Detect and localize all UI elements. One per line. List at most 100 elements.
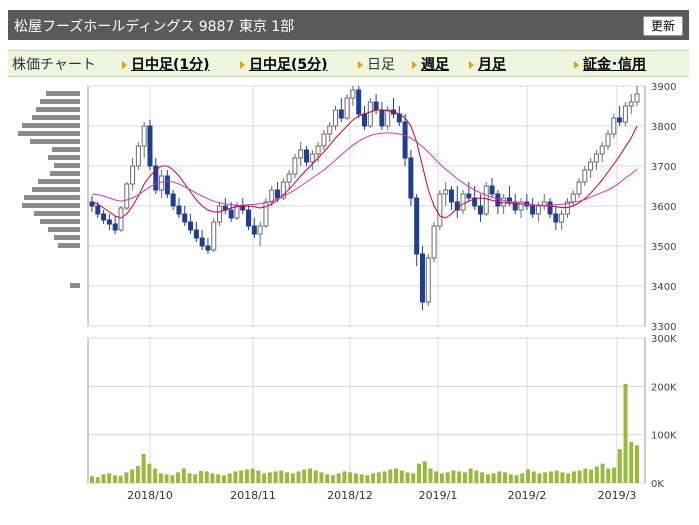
stock-chart: 3300 3400 3500 3600 3700 3800 3900 0K 100K 200K 3… — [18, 82, 677, 502]
volume-bar — [428, 468, 433, 483]
volume-profile-bar — [48, 155, 80, 160]
candle-body — [141, 125, 147, 147]
candle-body — [240, 205, 246, 211]
volume-bar — [359, 474, 364, 483]
volume-bar — [296, 471, 301, 483]
volume-bar — [623, 383, 628, 483]
candle-body — [495, 193, 501, 207]
volume-profile-bar — [40, 99, 80, 104]
volume-bar — [130, 469, 135, 483]
volume-profile-bar — [34, 211, 80, 216]
volume-bar — [210, 473, 215, 483]
price-tick-label: 3300 — [651, 322, 676, 333]
candle-body — [101, 213, 107, 221]
candle-body — [425, 257, 431, 303]
tab-weekly[interactable]: 週足 — [412, 54, 449, 74]
candle-body — [443, 189, 449, 195]
volume-bar — [583, 468, 588, 483]
chart-tab-bar: 株価チャート 日中足(1分) 日中足(5分) 日足 週足 月足 証金･信用 — [8, 50, 689, 77]
volume-bar — [101, 474, 106, 483]
volume-profile-bar — [32, 187, 80, 192]
volume-profile-bar — [18, 131, 80, 136]
candle-body — [454, 201, 460, 211]
volume-bar — [439, 473, 444, 483]
volume-bar — [302, 469, 307, 483]
tab-intraday-5min[interactable]: 日中足(5分) — [240, 54, 328, 74]
candle-body — [472, 197, 478, 207]
price-tick-label: 3900 — [651, 82, 676, 93]
candle-body — [437, 193, 443, 227]
candle-body — [333, 109, 339, 127]
candle-body — [506, 197, 512, 203]
price-plot-frame — [87, 85, 646, 327]
candle-body — [338, 109, 344, 119]
volume-bar — [554, 470, 559, 483]
candle-body — [396, 113, 402, 123]
volume-bar — [135, 466, 140, 483]
volume-profile-bar — [70, 283, 80, 288]
volume-bar — [118, 475, 123, 483]
tab-label: 日中足(5分) — [249, 57, 328, 73]
price-panel: 3300 3400 3500 3600 3700 3800 3900 — [18, 82, 676, 333]
candle-body — [628, 101, 634, 107]
volume-bar — [330, 475, 335, 483]
volume-bar — [617, 449, 622, 483]
volume-bar — [193, 474, 198, 483]
volume-panel: 0K 100K 200K 300K — [87, 334, 677, 490]
volume-plot-frame — [87, 337, 646, 484]
candle-body — [431, 225, 437, 259]
candle-body — [524, 201, 530, 207]
volume-bar — [635, 445, 639, 483]
volume-bar — [497, 471, 502, 483]
candle-body — [217, 205, 223, 223]
candle-body — [530, 205, 536, 215]
arrow-icon — [122, 61, 127, 69]
volume-bar — [537, 473, 542, 483]
tab-monthly[interactable]: 月足 — [469, 54, 506, 74]
candle-body — [211, 221, 217, 251]
tab-daily: 日足 — [358, 54, 395, 74]
candle-body — [304, 149, 310, 163]
candle-body — [501, 197, 507, 207]
title-bar: 松屋フーズホールディングス 9887 東京 1部 更新 — [0, 0, 699, 40]
volume-bar — [612, 467, 617, 483]
candle-body — [234, 205, 240, 219]
candle-body — [390, 109, 396, 115]
volume-bar — [187, 473, 192, 483]
volume-bar — [531, 471, 536, 483]
candle-body — [553, 213, 559, 223]
volume-tick-label: 0K — [651, 479, 664, 490]
x-tick-label: 2018/12 — [327, 489, 373, 502]
volume-bar — [491, 473, 496, 483]
tab-label: 日中足(1分) — [131, 57, 210, 73]
candle-body — [362, 113, 367, 127]
candle-body — [286, 173, 292, 183]
volume-profile-bar — [54, 235, 80, 240]
refresh-button[interactable]: 更新 — [643, 16, 683, 36]
volume-bar — [90, 476, 94, 483]
price-tick-label: 3800 — [651, 122, 676, 133]
volume-bar — [141, 454, 146, 483]
x-tick-label: 2019/1 — [419, 489, 458, 502]
volume-profile-bar — [22, 123, 80, 128]
volume-profile-bar — [22, 203, 80, 208]
x-tick-label: 2019/2 — [508, 489, 547, 502]
price-tick-label: 3400 — [651, 282, 676, 293]
tab-label: 証金･信用 — [583, 57, 646, 73]
candle-body — [402, 121, 408, 159]
tab-intraday-1min[interactable]: 日中足(1分) — [122, 54, 210, 74]
volume-bar — [417, 463, 421, 483]
candle-body — [605, 133, 611, 147]
volume-bar — [571, 471, 576, 483]
arrow-icon — [358, 61, 363, 69]
candle-body — [408, 157, 414, 199]
volume-bar — [457, 471, 462, 483]
candle-body — [634, 93, 640, 103]
volume-bar — [394, 468, 399, 483]
tab-margin-credit[interactable]: 証金･信用 — [574, 54, 646, 74]
candle-body — [367, 101, 373, 127]
volume-bar — [325, 474, 330, 483]
x-axis: 2018/10 2018/11 2018/12 2019/1 2019/2 2019/3 — [127, 489, 636, 502]
arrow-icon — [469, 61, 474, 69]
volume-bar — [600, 463, 605, 483]
